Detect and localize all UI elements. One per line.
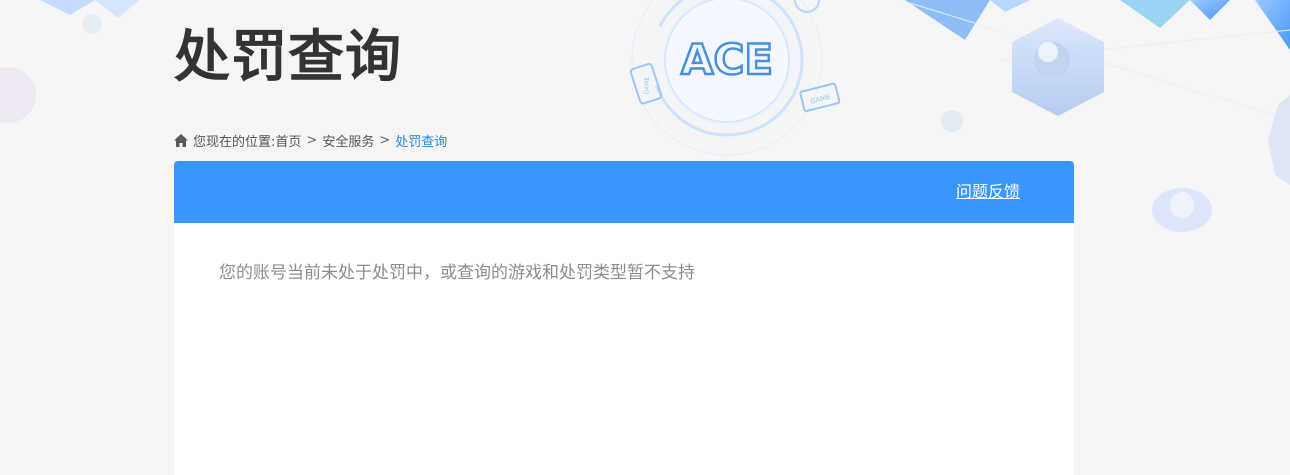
breadcrumb-item-security-service[interactable]: 安全服务 [322,131,374,150]
panel-header: 问题反馈 [174,161,1074,223]
breadcrumb-item-home[interactable]: 首页 [275,131,301,150]
svg-text:GAME: GAME [643,76,651,94]
breadcrumb-prefix: 您现在的位置: [193,134,276,150]
ace-logo-decoration: ACE GAME GAME [617,0,841,170]
breadcrumb-current: 处罚查询 [395,134,448,150]
home-icon [174,133,188,147]
breadcrumb-separator: > [306,132,318,148]
breadcrumb-separator: > [379,132,391,148]
breadcrumb: 您现在的位置: 首页 > 安全服务 > 处罚查询 [174,131,448,150]
page-title: 处罚查询 [174,25,402,90]
hexagon-portrait-small [1268,95,1290,185]
result-panel: 问题反馈 您的账号当前未处于处罚中，或查询的游戏和处罚类型暂不支持 [174,161,1074,475]
status-message: 您的账号当前未处于处罚中，或查询的游戏和处罚类型暂不支持 [219,263,695,283]
svg-text:ACE: ACE [681,35,773,84]
feedback-link[interactable]: 问题反馈 [956,182,1020,202]
hexagon-portrait-large [1012,18,1104,116]
portrait-decoration-bottom [1152,188,1212,232]
triangle-decoration-left [0,0,140,123]
